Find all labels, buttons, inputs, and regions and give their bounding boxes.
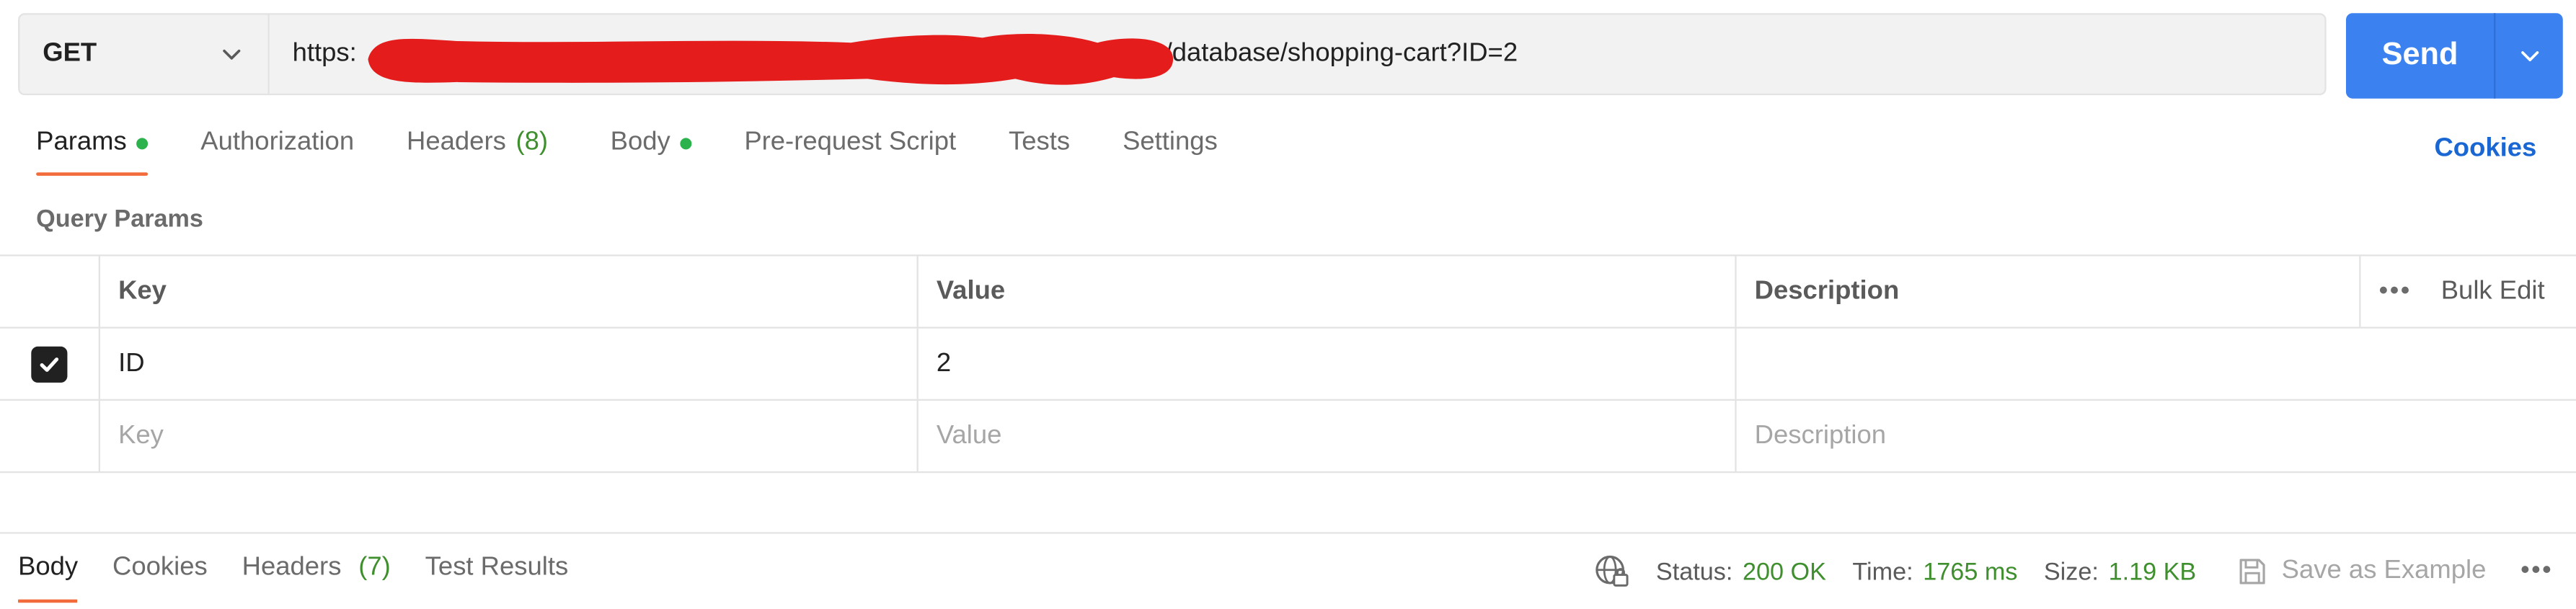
response-tab-cookies[interactable]: Cookies [112, 554, 208, 603]
size-meta[interactable]: Size: 1.19 KB [2044, 558, 2196, 586]
url-bar: GET https: /database/shopping-cart?ID=2 [18, 13, 2327, 96]
header-checkbox-cell [0, 256, 99, 326]
send-options-button[interactable] [2495, 43, 2562, 68]
floppy-disk-icon [2239, 559, 2265, 584]
bulk-edit-button[interactable]: Bulk Edit [2441, 277, 2545, 306]
row-checkbox-cell [0, 401, 99, 471]
tab-label: Tests [1009, 128, 1071, 156]
method-label: GET [43, 39, 97, 68]
response-tab-test-results[interactable]: Test Results [425, 554, 569, 603]
chevron-down-icon [223, 49, 241, 60]
request-url-row: GET https: /database/shopping-cart?ID=2 … [18, 13, 2563, 99]
tab-label: Params [36, 128, 127, 156]
param-value-field[interactable]: 2 [916, 328, 1735, 399]
tab-params[interactable]: Params [36, 128, 149, 176]
redaction-mark [368, 33, 1174, 85]
query-params-heading: Query Params [36, 205, 203, 234]
column-header-actions: ••• Bulk Edit [2359, 256, 2576, 327]
request-tabs: Params Authorization Headers (8) Body Pr… [36, 128, 1270, 187]
tab-headers[interactable]: Headers (8) [407, 128, 548, 174]
save-as-example-label: Save as Example [2281, 556, 2487, 585]
param-enabled-checkbox[interactable] [31, 345, 68, 382]
save-as-example-button[interactable]: Save as Example [2236, 555, 2487, 588]
url-input[interactable]: https: /database/shopping-cart?ID=2 [270, 15, 2325, 94]
tab-authorization[interactable]: Authorization [200, 128, 354, 174]
query-params-table: Key Value Description ••• Bulk Edit ID 2 [0, 254, 2576, 474]
status-dot-icon [680, 137, 692, 149]
new-value-field[interactable]: Value [916, 401, 1735, 471]
method-select[interactable]: GET [19, 14, 270, 94]
response-meta: Status: 200 OK Time: 1765 ms Size: 1.19 … [1593, 554, 2486, 590]
more-horizontal-icon[interactable]: ••• [2520, 556, 2553, 586]
param-key-field[interactable]: ID [98, 328, 917, 399]
tab-body[interactable]: Body [611, 128, 692, 174]
status-meta[interactable]: Status: 200 OK [1656, 558, 1826, 586]
time-meta[interactable]: Time: 1765 ms [1852, 558, 2017, 586]
size-value: 1.19 KB [2108, 557, 2197, 586]
tab-label: Pre-request Script [744, 128, 957, 156]
send-button-group: Send [2345, 13, 2563, 99]
table-row: ID 2 [0, 328, 2576, 401]
response-tab-headers[interactable]: Headers (7) [242, 554, 391, 603]
size-label: Size: [2043, 557, 2099, 586]
tab-label: Headers [242, 553, 342, 582]
tab-label: Body [18, 553, 79, 582]
tab-count: (7) [358, 553, 391, 582]
status-dot-icon [136, 137, 149, 149]
tab-pre-request-script[interactable]: Pre-request Script [744, 128, 956, 174]
tab-label: Cookies [112, 553, 208, 582]
send-button[interactable]: Send [2346, 13, 2494, 98]
url-suffix: /database/shopping-cart?ID=2 [1164, 39, 1518, 68]
response-tab-body[interactable]: Body [18, 553, 79, 603]
new-key-field[interactable]: Key [98, 401, 917, 471]
column-header-key: Key [98, 256, 917, 327]
cookies-link[interactable]: Cookies [2434, 135, 2536, 164]
table-header-row: Key Value Description ••• Bulk Edit [0, 256, 2576, 329]
url-prefix: https: [292, 39, 357, 68]
tab-label: Authorization [200, 128, 355, 156]
tab-label: Headers [407, 128, 506, 156]
postman-request-view: GET https: /database/shopping-cart?ID=2 … [0, 0, 2576, 608]
check-icon [40, 356, 59, 371]
column-header-description: Description [1735, 256, 2359, 327]
tab-label: Test Results [425, 553, 569, 582]
tab-tests[interactable]: Tests [1009, 128, 1070, 174]
time-value: 1765 ms [1923, 557, 2018, 586]
globe-lock-icon[interactable] [1593, 554, 1629, 590]
tab-count: (8) [515, 128, 549, 156]
column-header-value: Value [916, 256, 1735, 327]
status-value: 200 OK [1743, 557, 1826, 586]
chevron-down-icon [2520, 51, 2539, 61]
more-horizontal-icon[interactable]: ••• [2379, 277, 2412, 306]
response-bar: Body Cookies Headers (7) Test Results St… [0, 532, 2576, 609]
table-row-empty: Key Value Description [0, 401, 2576, 474]
new-description-field[interactable]: Description [1735, 401, 2576, 471]
tab-label: Body [610, 128, 670, 156]
row-checkbox-cell [0, 329, 99, 399]
response-tabs: Body Cookies Headers (7) Test Results [18, 554, 603, 603]
param-description-field[interactable] [1735, 328, 2576, 399]
status-label: Status: [1655, 557, 1733, 586]
tab-label: Settings [1123, 128, 1218, 156]
tab-settings[interactable]: Settings [1123, 128, 1218, 174]
time-label: Time: [1852, 557, 1913, 586]
